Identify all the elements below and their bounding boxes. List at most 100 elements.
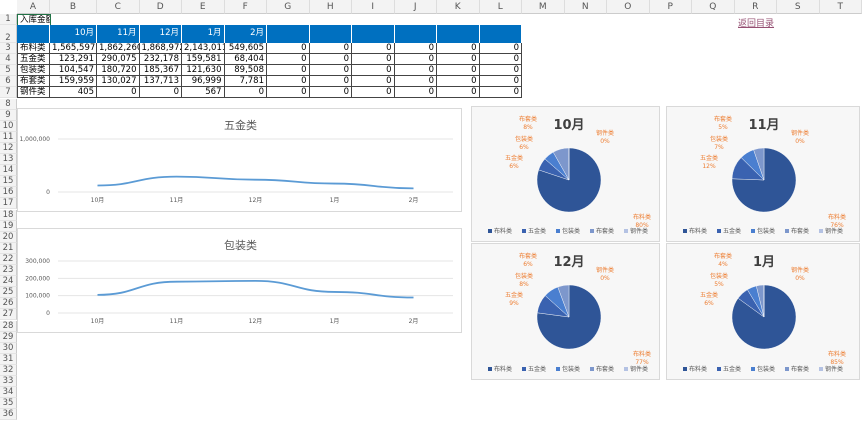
pie-chart-12月[interactable]: 12月 布料类 77% 五金类 9% 包装类 8% 布套类 6% 钢件类 0% 布料类 五金类 包装类 布套… (471, 243, 660, 380)
row-header[interactable]: 7 (0, 87, 17, 99)
value-cell[interactable]: 159,959 (50, 76, 97, 88)
value-cell[interactable]: 1,868,972 (139, 43, 182, 55)
value-cell[interactable]: 123,291 (50, 54, 97, 66)
row-header[interactable]: 22 (0, 253, 17, 265)
value-cell[interactable]: 180,720 (97, 65, 140, 77)
column-header-R[interactable]: R (734, 0, 777, 14)
column-header-F[interactable]: F (224, 0, 267, 14)
value-cell[interactable]: 0 (309, 54, 352, 66)
value-cell[interactable]: 137,713 (139, 76, 182, 88)
value-cell[interactable]: 0 (267, 87, 310, 99)
column-header-H[interactable]: H (309, 0, 352, 14)
value-cell[interactable]: 96,999 (182, 76, 225, 88)
row-header[interactable]: 21 (0, 242, 17, 254)
row-header[interactable]: 6 (0, 76, 17, 88)
column-header-T[interactable]: T (819, 0, 862, 14)
row-label[interactable]: 钢件类 (17, 87, 50, 99)
value-cell[interactable]: 0 (309, 87, 352, 99)
header-cell[interactable] (267, 25, 310, 43)
row-header[interactable]: 1 (0, 14, 17, 25)
value-cell[interactable]: 0 (139, 87, 182, 99)
row-header[interactable]: 20 (0, 231, 17, 243)
column-header-K[interactable]: K (437, 0, 480, 14)
row-header[interactable]: 15 (0, 176, 17, 188)
column-header-J[interactable]: J (394, 0, 437, 14)
row-header[interactable]: 35 (0, 398, 17, 410)
row-header[interactable]: 18 (0, 209, 17, 221)
value-cell[interactable]: 0 (479, 87, 522, 99)
row-label[interactable]: 布套类 (17, 76, 50, 88)
pie-chart-11月[interactable]: 11月 布料类 76% 五金类 12% 包装类 7% 布套类 5% 钢件类 0% 布料类 五金类 包装类布… (666, 106, 860, 242)
value-cell[interactable]: 0 (479, 76, 522, 88)
value-cell[interactable]: 290,075 (97, 54, 140, 66)
header-cell[interactable] (352, 25, 395, 43)
header-cell[interactable] (394, 25, 437, 43)
row-header[interactable]: 24 (0, 276, 17, 288)
value-cell[interactable]: 104,547 (50, 65, 97, 77)
pie-chart-1月[interactable]: 1月 布料类 85% 五金类 6% 包装类 5% 布套类 4% 钢件类 0% 布料类 五金类 包装类 布套类… (666, 243, 860, 380)
value-cell[interactable]: 0 (437, 43, 480, 55)
column-header-P[interactable]: P (649, 0, 692, 14)
row-header[interactable]: 13 (0, 154, 17, 166)
value-cell[interactable]: 0 (352, 65, 395, 77)
value-cell[interactable]: 0 (97, 87, 140, 99)
line-chart-1[interactable]: 包装类 0 100,000 200,000 300,000 10月 11月 12月 1月 2月 (17, 228, 462, 333)
row-header[interactable]: 25 (0, 287, 17, 299)
column-header-E[interactable]: E (182, 0, 225, 14)
value-cell[interactable]: 0 (437, 65, 480, 77)
row-header[interactable]: 4 (0, 54, 17, 66)
value-cell[interactable]: 2,143,011 (182, 43, 225, 55)
row-header[interactable]: 16 (0, 187, 17, 199)
row-header[interactable]: 27 (0, 309, 17, 321)
header-cell[interactable]: 12月 (139, 25, 182, 43)
row-label[interactable]: 包装类 (17, 65, 50, 77)
value-cell[interactable]: 68,404 (224, 54, 267, 66)
value-cell[interactable]: 1,565,597 (50, 43, 97, 55)
value-cell[interactable]: 159,581 (182, 54, 225, 66)
value-cell[interactable]: 121,630 (182, 65, 225, 77)
row-header[interactable]: 28 (0, 320, 17, 332)
header-cell[interactable]: 11月 (97, 25, 140, 43)
column-header-G[interactable]: G (267, 0, 310, 14)
header-cell[interactable]: 1月 (182, 25, 225, 43)
value-cell[interactable]: 89,508 (224, 65, 267, 77)
value-cell[interactable]: 0 (479, 65, 522, 77)
value-cell[interactable]: 0 (267, 54, 310, 66)
row-header[interactable]: 33 (0, 376, 17, 388)
header-cell[interactable]: 10月 (50, 25, 97, 43)
row-header[interactable]: 3 (0, 43, 17, 55)
value-cell[interactable]: 0 (267, 43, 310, 55)
row-label[interactable]: 五金类 (17, 54, 50, 66)
row-header[interactable]: 5 (0, 65, 17, 77)
value-cell[interactable]: 7,781 (224, 76, 267, 88)
column-header-L[interactable]: L (479, 0, 522, 14)
value-cell[interactable]: 0 (394, 87, 437, 99)
row-header[interactable]: 14 (0, 165, 17, 177)
value-cell[interactable]: 549,605 (224, 43, 267, 55)
row-header[interactable]: 30 (0, 342, 17, 354)
line-chart-0[interactable]: 五金类 0 1,000,000 10月 11月 12月 1月 2月 (17, 108, 462, 212)
column-header-S[interactable]: S (777, 0, 820, 14)
value-cell[interactable]: 0 (309, 76, 352, 88)
pie-chart-10月[interactable]: 10月 布料类 80% 五金类 6% 包装类 6% 布套类 8% 钢件类 0% 布料类 五金类 包装类 布套… (471, 106, 660, 242)
return-to-index-link[interactable]: 返回目录 (738, 16, 774, 29)
row-header[interactable]: 2 (0, 25, 17, 43)
value-cell[interactable]: 0 (437, 54, 480, 66)
row-header[interactable]: 19 (0, 220, 17, 232)
row-header[interactable]: 31 (0, 353, 17, 365)
row-header[interactable]: 32 (0, 364, 17, 376)
row-header[interactable]: 10 (0, 120, 17, 132)
header-cell[interactable] (437, 25, 480, 43)
row-header[interactable]: 36 (0, 409, 17, 421)
header-cell[interactable] (479, 25, 522, 43)
value-cell[interactable]: 0 (309, 43, 352, 55)
value-cell[interactable]: 0 (479, 43, 522, 55)
row-header[interactable]: 8 (0, 98, 17, 110)
value-cell[interactable]: 0 (479, 54, 522, 66)
value-cell[interactable]: 0 (437, 87, 480, 99)
value-cell[interactable]: 0 (394, 43, 437, 55)
value-cell[interactable]: 0 (352, 54, 395, 66)
row-header[interactable]: 9 (0, 109, 17, 121)
column-header-C[interactable]: C (97, 0, 140, 14)
header-cell[interactable] (17, 25, 50, 43)
